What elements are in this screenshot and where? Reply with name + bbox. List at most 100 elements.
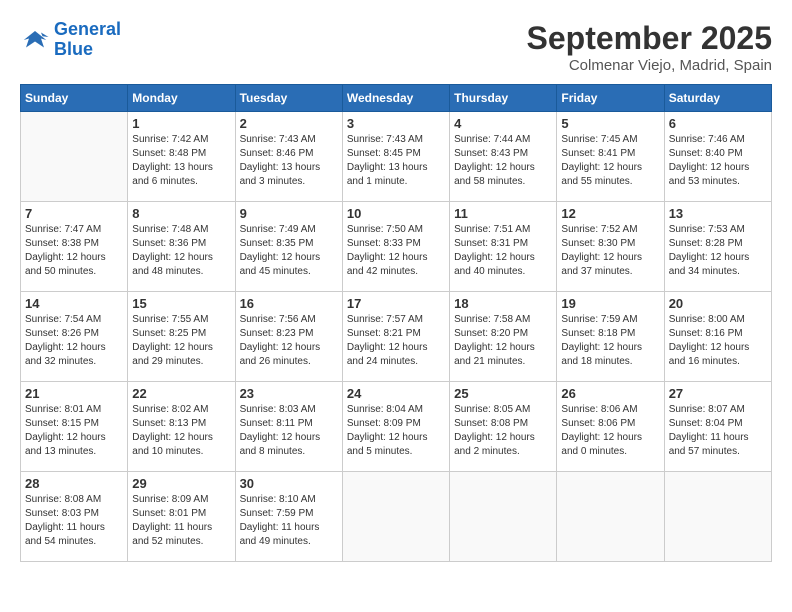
logo-text: General Blue bbox=[54, 20, 121, 60]
day-number: 16 bbox=[240, 296, 338, 311]
weekday-header: Saturday bbox=[664, 85, 771, 112]
calendar-cell bbox=[342, 472, 449, 562]
day-info: Sunrise: 8:03 AMSunset: 8:11 PMDaylight:… bbox=[240, 403, 338, 459]
weekday-header: Monday bbox=[128, 85, 235, 112]
calendar-cell: 15 Sunrise: 7:55 AMSunset: 8:25 PMDayligh… bbox=[128, 292, 235, 382]
day-number: 2 bbox=[240, 116, 338, 131]
day-info: Sunrise: 8:09 AMSunset: 8:01 PMDaylight:… bbox=[132, 493, 230, 549]
calendar-cell: 24 Sunrise: 8:04 AMSunset: 8:09 PMDayligh… bbox=[342, 382, 449, 472]
day-number: 29 bbox=[132, 476, 230, 491]
calendar-cell bbox=[557, 472, 664, 562]
day-number: 20 bbox=[669, 296, 767, 311]
day-info: Sunrise: 8:02 AMSunset: 8:13 PMDaylight:… bbox=[132, 403, 230, 459]
calendar-cell bbox=[450, 472, 557, 562]
day-info: Sunrise: 7:54 AMSunset: 8:26 PMDaylight:… bbox=[25, 313, 123, 369]
calendar-cell: 28 Sunrise: 8:08 AMSunset: 8:03 PMDayligh… bbox=[21, 472, 128, 562]
calendar-week-row: 21 Sunrise: 8:01 AMSunset: 8:15 PMDayligh… bbox=[21, 382, 772, 472]
day-number: 12 bbox=[561, 206, 659, 221]
weekday-header: Sunday bbox=[21, 85, 128, 112]
calendar-cell: 22 Sunrise: 8:02 AMSunset: 8:13 PMDayligh… bbox=[128, 382, 235, 472]
day-number: 25 bbox=[454, 386, 552, 401]
calendar-cell: 7 Sunrise: 7:47 AMSunset: 8:38 PMDaylight… bbox=[21, 202, 128, 292]
calendar-cell bbox=[21, 112, 128, 202]
logo-icon bbox=[20, 25, 50, 55]
day-number: 4 bbox=[454, 116, 552, 131]
weekday-header-row: SundayMondayTuesdayWednesdayThursdayFrid… bbox=[21, 85, 772, 112]
day-number: 28 bbox=[25, 476, 123, 491]
day-number: 23 bbox=[240, 386, 338, 401]
day-info: Sunrise: 7:43 AMSunset: 8:46 PMDaylight:… bbox=[240, 133, 338, 189]
day-info: Sunrise: 7:57 AMSunset: 8:21 PMDaylight:… bbox=[347, 313, 445, 369]
month-title: September 2025 bbox=[527, 20, 772, 57]
day-number: 11 bbox=[454, 206, 552, 221]
calendar-cell: 23 Sunrise: 8:03 AMSunset: 8:11 PMDayligh… bbox=[235, 382, 342, 472]
day-number: 13 bbox=[669, 206, 767, 221]
day-number: 26 bbox=[561, 386, 659, 401]
calendar-cell: 8Sunrise: 7:48 AMSunset: 8:36 PMDaylight… bbox=[128, 202, 235, 292]
day-number: 10 bbox=[347, 206, 445, 221]
day-info: Sunrise: 8:08 AMSunset: 8:03 PMDaylight:… bbox=[25, 493, 123, 549]
day-info: Sunrise: 7:50 AMSunset: 8:33 PMDaylight:… bbox=[347, 223, 445, 279]
weekday-header: Thursday bbox=[450, 85, 557, 112]
day-number: 6 bbox=[669, 116, 767, 131]
day-info: Sunrise: 7:51 AMSunset: 8:31 PMDaylight:… bbox=[454, 223, 552, 279]
day-info: Sunrise: 8:05 AMSunset: 8:08 PMDaylight:… bbox=[454, 403, 552, 459]
calendar-cell: 30 Sunrise: 8:10 AMSunset: 7:59 PMDayligh… bbox=[235, 472, 342, 562]
day-number: 9 bbox=[240, 206, 338, 221]
calendar-cell: 5Sunrise: 7:45 AMSunset: 8:41 PMDaylight… bbox=[557, 112, 664, 202]
logo-line1: General bbox=[54, 19, 121, 39]
day-info: Sunrise: 7:58 AMSunset: 8:20 PMDaylight:… bbox=[454, 313, 552, 369]
calendar-cell: 14Sunrise: 7:54 AMSunset: 8:26 PMDayligh… bbox=[21, 292, 128, 382]
calendar-cell: 21 Sunrise: 8:01 AMSunset: 8:15 PMDayligh… bbox=[21, 382, 128, 472]
calendar-cell: 3Sunrise: 7:43 AMSunset: 8:45 PMDaylight… bbox=[342, 112, 449, 202]
calendar-cell: 9Sunrise: 7:49 AMSunset: 8:35 PMDaylight… bbox=[235, 202, 342, 292]
day-number: 1 bbox=[132, 116, 230, 131]
weekday-header: Friday bbox=[557, 85, 664, 112]
page-header: General Blue September 2025 Colmenar Vie… bbox=[20, 20, 772, 74]
day-info: Sunrise: 8:10 AMSunset: 7:59 PMDaylight:… bbox=[240, 493, 338, 549]
day-number: 17 bbox=[347, 296, 445, 311]
day-info: Sunrise: 8:00 AMSunset: 8:16 PMDaylight:… bbox=[669, 313, 767, 369]
calendar-cell: 25 Sunrise: 8:05 AMSunset: 8:08 PMDayligh… bbox=[450, 382, 557, 472]
calendar-cell: 20 Sunrise: 8:00 AMSunset: 8:16 PMDayligh… bbox=[664, 292, 771, 382]
calendar-cell: 2 Sunrise: 7:43 AMSunset: 8:46 PMDaylight… bbox=[235, 112, 342, 202]
calendar-cell: 11 Sunrise: 7:51 AMSunset: 8:31 PMDayligh… bbox=[450, 202, 557, 292]
calendar-week-row: 14Sunrise: 7:54 AMSunset: 8:26 PMDayligh… bbox=[21, 292, 772, 382]
weekday-header: Tuesday bbox=[235, 85, 342, 112]
calendar-cell: 1 Sunrise: 7:42 AMSunset: 8:48 PMDaylight… bbox=[128, 112, 235, 202]
day-info: Sunrise: 8:06 AMSunset: 8:06 PMDaylight:… bbox=[561, 403, 659, 459]
logo: General Blue bbox=[20, 20, 121, 60]
location: Colmenar Viejo, Madrid, Spain bbox=[527, 57, 772, 74]
day-info: Sunrise: 7:53 AMSunset: 8:28 PMDaylight:… bbox=[669, 223, 767, 279]
day-info: Sunrise: 7:59 AMSunset: 8:18 PMDaylight:… bbox=[561, 313, 659, 369]
calendar-cell: 13 Sunrise: 7:53 AMSunset: 8:28 PMDayligh… bbox=[664, 202, 771, 292]
day-info: Sunrise: 7:55 AMSunset: 8:25 PMDaylight:… bbox=[132, 313, 230, 369]
day-info: Sunrise: 7:48 AMSunset: 8:36 PMDaylight:… bbox=[132, 223, 230, 279]
day-info: Sunrise: 7:47 AMSunset: 8:38 PMDaylight:… bbox=[25, 223, 123, 279]
day-info: Sunrise: 7:46 AMSunset: 8:40 PMDaylight:… bbox=[669, 133, 767, 189]
calendar-cell: 10 Sunrise: 7:50 AMSunset: 8:33 PMDayligh… bbox=[342, 202, 449, 292]
day-info: Sunrise: 7:42 AMSunset: 8:48 PMDaylight:… bbox=[132, 133, 230, 189]
calendar-cell: 26 Sunrise: 8:06 AMSunset: 8:06 PMDayligh… bbox=[557, 382, 664, 472]
day-number: 15 bbox=[132, 296, 230, 311]
day-info: Sunrise: 8:01 AMSunset: 8:15 PMDaylight:… bbox=[25, 403, 123, 459]
logo-line2: Blue bbox=[54, 39, 93, 59]
calendar-week-row: 1 Sunrise: 7:42 AMSunset: 8:48 PMDaylight… bbox=[21, 112, 772, 202]
calendar-cell: 16 Sunrise: 7:56 AMSunset: 8:23 PMDayligh… bbox=[235, 292, 342, 382]
day-number: 30 bbox=[240, 476, 338, 491]
day-info: Sunrise: 8:04 AMSunset: 8:09 PMDaylight:… bbox=[347, 403, 445, 459]
day-info: Sunrise: 7:44 AMSunset: 8:43 PMDaylight:… bbox=[454, 133, 552, 189]
calendar-cell: 19 Sunrise: 7:59 AMSunset: 8:18 PMDayligh… bbox=[557, 292, 664, 382]
day-number: 7 bbox=[25, 206, 123, 221]
calendar-week-row: 7 Sunrise: 7:47 AMSunset: 8:38 PMDaylight… bbox=[21, 202, 772, 292]
day-number: 24 bbox=[347, 386, 445, 401]
day-info: Sunrise: 7:56 AMSunset: 8:23 PMDaylight:… bbox=[240, 313, 338, 369]
day-number: 18 bbox=[454, 296, 552, 311]
day-number: 19 bbox=[561, 296, 659, 311]
weekday-header: Wednesday bbox=[342, 85, 449, 112]
day-number: 21 bbox=[25, 386, 123, 401]
day-number: 22 bbox=[132, 386, 230, 401]
title-block: September 2025 Colmenar Viejo, Madrid, S… bbox=[527, 20, 772, 74]
day-number: 27 bbox=[669, 386, 767, 401]
calendar-cell: 29 Sunrise: 8:09 AMSunset: 8:01 PMDayligh… bbox=[128, 472, 235, 562]
